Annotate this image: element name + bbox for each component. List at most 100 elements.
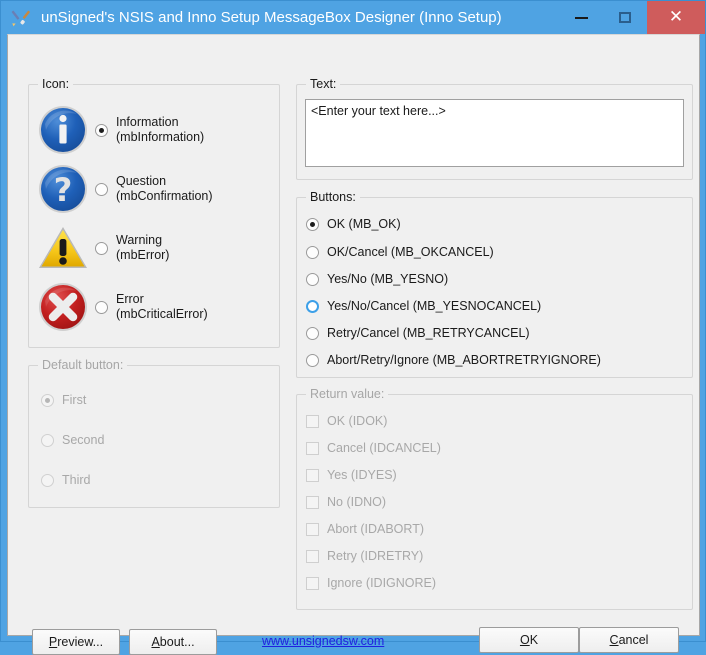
radio-default-first: [41, 393, 54, 407]
buttons-option-retrycancel-label: Retry/Cancel (MB_RETRYCANCEL): [327, 326, 530, 340]
default-option-third: Third: [41, 473, 90, 487]
radio-question[interactable]: [95, 182, 108, 196]
return-option-ok-label: OK (IDOK): [327, 414, 388, 428]
svg-text:?: ?: [54, 171, 73, 209]
radio-buttons-yesnocancel[interactable]: [306, 299, 319, 313]
checkbox-return-no: [306, 495, 319, 509]
radio-default-third: [41, 473, 54, 487]
default-button-group-legend: Default button:: [38, 358, 128, 372]
title-bar[interactable]: unSigned's NSIS and Inno Setup MessageBo…: [1, 1, 705, 34]
icon-option-warning[interactable]: Warning (mbError): [37, 222, 169, 274]
ok-button-label: K: [529, 633, 539, 647]
application-window: unSigned's NSIS and Inno Setup MessageBo…: [0, 0, 706, 655]
icon-option-information[interactable]: Information (mbInformation): [37, 104, 204, 156]
buttons-option-abortretryignore[interactable]: Abort/Retry/Ignore (MB_ABORTRETRYIGNORE): [306, 353, 601, 367]
return-option-ok: OK (IDOK): [306, 414, 387, 428]
default-option-first: First: [41, 393, 86, 407]
text-group-legend: Text:: [306, 77, 341, 91]
message-text-input[interactable]: [305, 99, 684, 167]
radio-buttons-yesno[interactable]: [306, 272, 319, 286]
checkbox-return-abort: [306, 522, 319, 536]
checkbox-return-ok: [306, 414, 319, 428]
buttons-option-yesno-label: Yes/No (MB_YESNO): [327, 272, 449, 286]
return-option-cancel: Cancel (IDCANCEL): [306, 441, 441, 455]
radio-warning[interactable]: [95, 241, 108, 255]
return-option-retry: Retry (IDRETRY): [306, 549, 423, 563]
radio-error[interactable]: [95, 300, 108, 314]
return-option-no-label: No (IDNO): [327, 495, 387, 509]
icon-group-legend: Icon:: [38, 77, 74, 91]
buttons-option-abortretryignore-label: Abort/Retry/Ignore (MB_ABORTRETRYIGNORE): [327, 353, 601, 367]
buttons-group: Buttons: OK (MB_OK) OK/Cancel (MB_OKCANC…: [296, 190, 693, 378]
client-area: Icon: Information (mbInformation) ? Ques…: [7, 34, 700, 655]
question-icon: ?: [37, 163, 89, 215]
default-option-first-label: First: [62, 393, 87, 407]
default-button-group: Default button: First Second Third: [28, 358, 280, 508]
checkbox-return-retry: [306, 549, 319, 563]
return-option-cancel-label: Cancel (IDCANCEL): [327, 441, 441, 455]
minimize-button[interactable]: [559, 1, 603, 34]
default-option-second-label: Second: [62, 433, 105, 447]
return-option-abort: Abort (IDABORT): [306, 522, 424, 536]
return-option-abort-label: Abort (IDABORT): [327, 522, 425, 536]
default-option-third-label: Third: [62, 473, 91, 487]
warning-icon: [37, 222, 89, 274]
checkbox-return-ignore: [306, 576, 319, 590]
preview-button-accel: P: [48, 635, 58, 649]
radio-buttons-retrycancel[interactable]: [306, 326, 319, 340]
window-title: unSigned's NSIS and Inno Setup MessageBo…: [41, 9, 502, 26]
information-icon: [37, 104, 89, 156]
buttons-option-yesnocancel[interactable]: Yes/No/Cancel (MB_YESNOCANCEL): [306, 299, 541, 313]
window-controls: ✕: [559, 1, 705, 34]
radio-buttons-okcancel[interactable]: [306, 245, 319, 259]
buttons-option-okcancel[interactable]: OK/Cancel (MB_OKCANCEL): [306, 245, 494, 259]
maximize-button[interactable]: [603, 1, 647, 34]
return-option-yes: Yes (IDYES): [306, 468, 397, 482]
return-option-ignore-label: Ignore (IDIGNORE): [327, 576, 437, 590]
default-option-second: Second: [41, 433, 104, 447]
preview-button[interactable]: Preview...: [32, 629, 120, 655]
radio-information[interactable]: [95, 123, 108, 137]
about-button-label: bout...: [159, 635, 195, 649]
text-group: Text:: [296, 77, 693, 180]
icon-option-question[interactable]: ? Question (mbConfirmation): [37, 163, 213, 215]
checkbox-return-cancel: [306, 441, 319, 455]
icon-option-error-label: Error (mbCriticalError): [116, 292, 208, 321]
minimize-icon: [574, 16, 588, 19]
radio-buttons-abortretryignore[interactable]: [306, 353, 319, 367]
icon-option-question-label: Question (mbConfirmation): [116, 174, 213, 203]
ok-button[interactable]: OK: [479, 627, 579, 653]
preview-button-label: review...: [57, 635, 104, 649]
buttons-option-ok-label: OK (MB_OK): [327, 217, 401, 231]
return-value-group-legend: Return value:: [306, 387, 389, 401]
buttons-option-ok[interactable]: OK (MB_OK): [306, 217, 401, 231]
buttons-option-yesnocancel-label: Yes/No/Cancel (MB_YESNOCANCEL): [327, 299, 542, 313]
icon-option-warning-label: Warning (mbError): [116, 233, 170, 262]
about-button-accel: A: [151, 635, 160, 649]
close-icon: ✕: [668, 7, 684, 27]
return-option-yes-label: Yes (IDYES): [327, 468, 397, 482]
error-icon: [37, 281, 89, 333]
maximize-icon: [619, 12, 631, 23]
buttons-option-okcancel-label: OK/Cancel (MB_OKCANCEL): [327, 245, 494, 259]
checkbox-return-yes: [306, 468, 319, 482]
radio-default-second: [41, 433, 54, 447]
radio-buttons-ok[interactable]: [306, 217, 319, 231]
buttons-option-yesno[interactable]: Yes/No (MB_YESNO): [306, 272, 448, 286]
cancel-button-accel: C: [609, 633, 619, 647]
ok-button-accel: O: [519, 633, 530, 647]
about-button[interactable]: About...: [129, 629, 217, 655]
icon-option-error[interactable]: Error (mbCriticalError): [37, 281, 208, 333]
return-option-retry-label: Retry (IDRETRY): [327, 549, 424, 563]
return-option-no: No (IDNO): [306, 495, 386, 509]
buttons-group-legend: Buttons:: [306, 190, 360, 204]
cancel-button[interactable]: Cancel: [579, 627, 679, 653]
icon-option-information-label: Information (mbInformation): [116, 115, 205, 144]
return-option-ignore: Ignore (IDIGNORE): [306, 576, 436, 590]
paintbrush-pencil-icon[interactable]: [11, 8, 31, 28]
return-value-group: Return value: OK (IDOK) Cancel (IDCANCEL…: [296, 387, 693, 610]
buttons-option-retrycancel[interactable]: Retry/Cancel (MB_RETRYCANCEL): [306, 326, 530, 340]
website-link[interactable]: www.unsignedsw.com: [262, 634, 384, 648]
cancel-button-label: ancel: [618, 633, 649, 647]
close-button[interactable]: ✕: [647, 1, 705, 34]
